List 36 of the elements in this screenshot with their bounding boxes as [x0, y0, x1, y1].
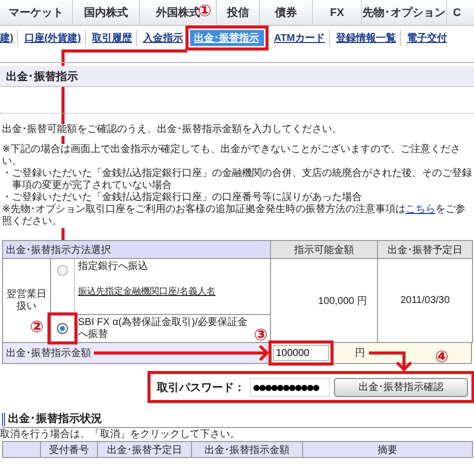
link[interactable]: こちら — [405, 204, 436, 215]
nav-tab[interactable]: FX — [313, 0, 362, 25]
subnav-link[interactable]: 取引履歴 — [88, 30, 138, 46]
option-label: 指定銀行へ振込 — [78, 261, 148, 272]
column-header: 出金･振替指示金額 — [192, 442, 302, 458]
column-header: 指示可能金額 — [270, 240, 378, 258]
step-number: ④ — [435, 348, 449, 364]
section-title: 出金･振替指示状況 — [2, 413, 474, 426]
unit-label: 円 — [355, 346, 365, 360]
nav-tab[interactable]: 投信 — [217, 0, 260, 25]
column-header: 出金･振替指示方法選択 — [2, 240, 271, 258]
amount-field[interactable]: 100000 — [273, 345, 329, 361]
subnav-link[interactable]: 登録情報一覧 — [332, 30, 401, 46]
column-header: 摘要 — [302, 442, 472, 458]
account-link[interactable]: 振込先指定金融機関口座/名義人名 — [78, 285, 250, 297]
subnav-link[interactable]: 口座(外貨建) — [20, 30, 86, 46]
subnav-link[interactable]: ATMカード — [270, 30, 330, 46]
column-header: 出金･振替予定日 — [98, 442, 192, 458]
password-field[interactable]: ●●●●●●●●●●● — [250, 378, 330, 396]
column-header: 出金･振替予定日 — [378, 240, 473, 258]
nav-tab[interactable]: 国内株式 — [73, 0, 140, 25]
nav-tab[interactable]: C — [447, 0, 473, 25]
nav-tab[interactable]: マーケット — [0, 0, 73, 25]
step-number: ③ — [254, 327, 268, 343]
page-title: 出金･振替指示 — [0, 66, 474, 87]
nav-tab[interactable]: 先物･オプション — [362, 0, 447, 25]
field-label: 取引パスワード： — [157, 380, 245, 394]
nav-tab[interactable]: 債券 — [260, 0, 313, 25]
field-label: 出金･振替指示金額 — [6, 346, 91, 360]
subnav-link[interactable]: 電子交付 — [402, 30, 451, 46]
step-number: ② — [30, 318, 44, 335]
confirm-button[interactable]: 出金･振替指示確認 — [334, 378, 468, 396]
option-label: SBI FX α(為替保証金取引)/必要保証金へ振替 — [78, 317, 248, 340]
hint-text: 取消を行う場合は、「取消」をクリックして下さい。 — [0, 428, 241, 441]
column-header: 受付番号 — [40, 442, 98, 458]
subnav-link[interactable]: 入金指示 — [139, 30, 188, 46]
